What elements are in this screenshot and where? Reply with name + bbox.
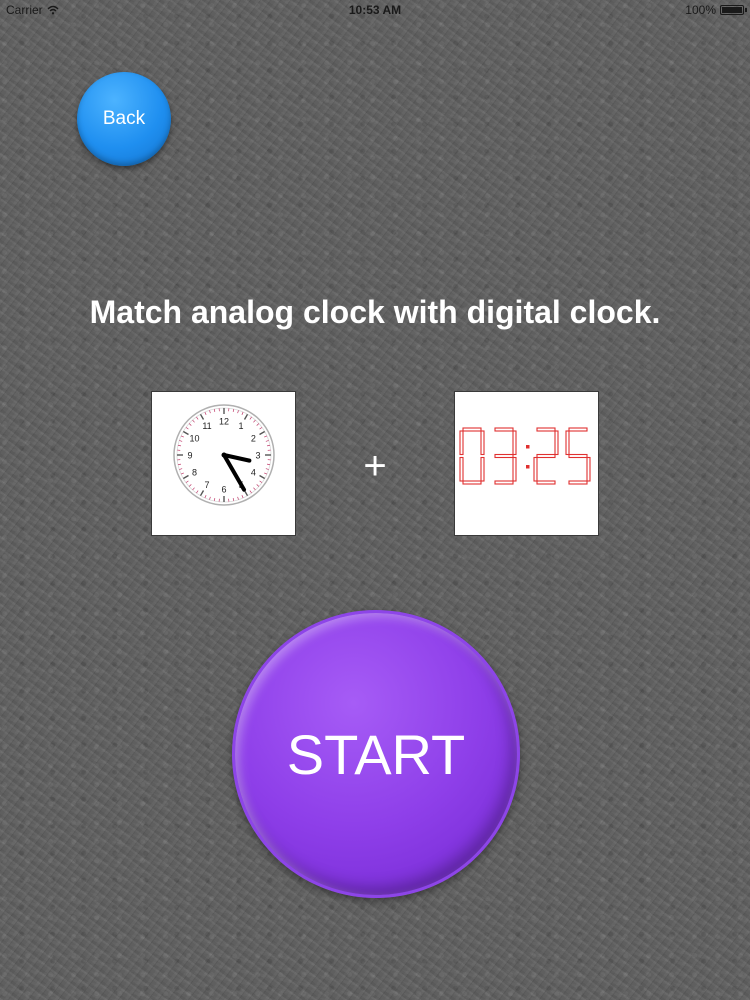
battery-percent: 100%: [685, 3, 716, 17]
back-button[interactable]: Back: [77, 72, 171, 166]
clock-number: 6: [221, 485, 226, 495]
clock-number: 8: [192, 468, 197, 478]
status-bar: Carrier 10:53 AM 100%: [0, 0, 750, 20]
digit: [459, 427, 485, 485]
digital-clock: [459, 427, 591, 485]
clock-number: 3: [255, 451, 260, 461]
battery-indicator: 100%: [685, 3, 747, 17]
plus-sign: +: [363, 444, 387, 488]
clock-number: 10: [190, 434, 200, 444]
analog-clock: 121234567891011: [173, 404, 275, 506]
digit: [494, 427, 517, 485]
battery-icon: [720, 5, 747, 15]
clock-number: 12: [219, 417, 229, 427]
clock-number: 7: [204, 480, 209, 490]
clock-number: 4: [251, 468, 256, 478]
clock-number: 11: [202, 421, 211, 431]
start-button[interactable]: START: [232, 610, 520, 898]
colon-dot: [526, 445, 530, 449]
clock-number: 1: [238, 421, 243, 431]
colon-dot: [526, 465, 530, 469]
status-time: 10:53 AM: [348, 3, 402, 17]
digital-clock-card[interactable]: [454, 391, 599, 536]
clock-number: 9: [187, 451, 192, 461]
digit: [565, 427, 591, 485]
digit: [533, 427, 559, 485]
clock-number: 2: [251, 434, 256, 444]
analog-clock-card[interactable]: 121234567891011: [151, 391, 296, 536]
instruction-text: Match analog clock with digital clock.: [89, 294, 661, 330]
